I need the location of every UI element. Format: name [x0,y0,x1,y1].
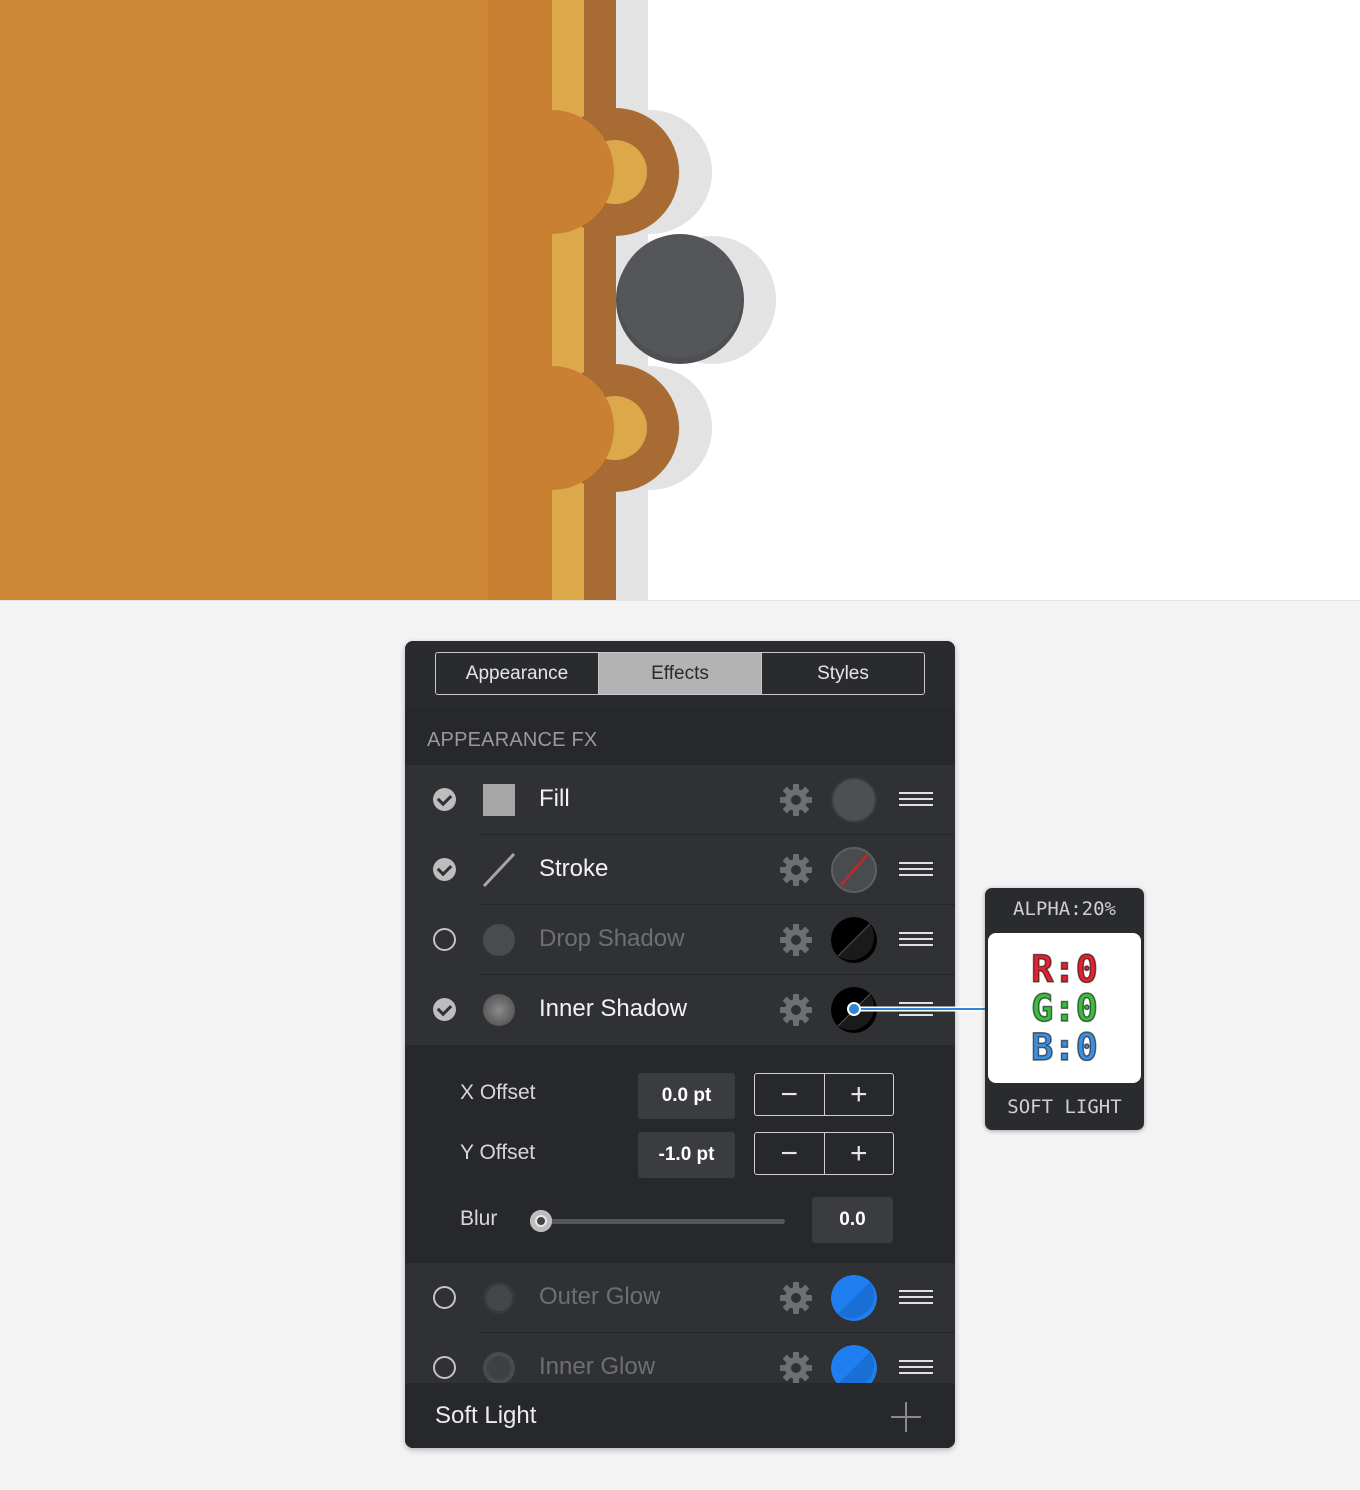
blue-value: B:0 [1030,1025,1098,1069]
gear-icon[interactable] [778,922,814,958]
effect-row-drop-shadow[interactable]: Drop Shadow [405,905,955,975]
drag-handle-icon[interactable] [899,1360,933,1376]
drop-shadow-color-swatch[interactable] [831,917,877,963]
add-effect-icon[interactable] [889,1400,923,1434]
effect-row-fill[interactable]: Fill [405,765,955,835]
y-offset-stepper: − + [754,1132,894,1175]
effect-label-outer-glow: Outer Glow [539,1283,661,1310]
alpha-readout: ALPHA:20% [1013,898,1116,920]
callout-anchor-dot [847,1002,861,1016]
section-title: APPEARANCE FX [427,729,598,751]
blur-value-field[interactable]: 0.0 [812,1197,893,1243]
x-offset-decrement-button[interactable]: − [755,1074,825,1115]
blur-slider-knob[interactable] [530,1210,552,1232]
effect-row-stroke[interactable]: Stroke [405,835,955,905]
gear-icon[interactable] [778,992,814,1028]
tab-appearance[interactable]: Appearance [436,653,599,694]
blur-slider-track[interactable] [541,1219,785,1224]
outer-glow-enabled-checkbox[interactable] [433,1286,456,1309]
callout-connector [853,1006,986,1012]
inner-glow-icon [483,1352,515,1384]
outer-glow-color-swatch[interactable] [831,1275,877,1321]
red-value: R:0 [1030,947,1098,991]
gear-icon[interactable] [778,852,814,888]
inner-shadow-enabled-checkbox[interactable] [433,998,456,1021]
effect-row-outer-glow[interactable]: Outer Glow [405,1263,955,1333]
rgb-card: R:0 G:0 B:0 [988,933,1141,1083]
color-callout: ALPHA:20% R:0 G:0 B:0 SOFT LIGHT [985,888,1144,1130]
x-offset-field[interactable]: 0.0 pt [638,1073,735,1119]
tab-effects[interactable]: Effects [599,653,762,694]
inner-shadow-settings: X Offset 0.0 pt − + Y Offset -1.0 pt − +… [405,1045,955,1263]
blend-mode-footer: Soft Light [405,1383,955,1448]
drag-handle-icon[interactable] [899,1290,933,1306]
green-value: G:0 [1030,986,1098,1030]
y-offset-field[interactable]: -1.0 pt [638,1132,735,1178]
drag-handle-icon[interactable] [899,792,933,808]
x-offset-stepper: − + [754,1073,894,1116]
drop-shadow-enabled-checkbox[interactable] [433,928,456,951]
notebook-illustration [0,0,776,600]
y-offset-label: Y Offset [460,1141,536,1164]
effect-label-drop-shadow: Drop Shadow [539,925,685,952]
effect-label-inner-glow: Inner Glow [539,1353,656,1380]
tab-styles[interactable]: Styles [762,653,924,694]
stroke-enabled-checkbox[interactable] [433,858,456,881]
tab-bar: Appearance Effects Styles [435,652,925,695]
drag-handle-icon[interactable] [899,932,933,948]
inner-glow-enabled-checkbox[interactable] [433,1356,456,1379]
artwork-canvas [0,0,1360,601]
x-offset-label: X Offset [460,1081,536,1104]
fill-enabled-checkbox[interactable] [433,788,456,811]
effect-label-inner-shadow: Inner Shadow [539,995,688,1022]
effect-label-stroke: Stroke [539,855,609,882]
gear-icon[interactable] [778,1350,814,1386]
stroke-line-icon [482,853,516,887]
y-offset-decrement-button[interactable]: − [755,1133,825,1174]
square-fill-icon [483,784,515,816]
y-offset-increment-button[interactable]: + [825,1133,894,1174]
inner-shadow-icon [483,994,515,1026]
outer-glow-icon [483,1282,515,1314]
fill-color-swatch[interactable] [831,777,877,823]
x-offset-increment-button[interactable]: + [825,1074,894,1115]
gear-icon[interactable] [778,782,814,818]
blur-label: Blur [460,1207,498,1230]
gear-icon[interactable] [778,1280,814,1316]
drop-shadow-icon [483,924,515,956]
appearance-panel: Appearance Effects Styles APPEARANCE FX … [405,641,955,1448]
stroke-none-swatch[interactable] [831,847,877,893]
blend-readout: SOFT LIGHT [1007,1096,1122,1118]
blend-mode-label[interactable]: Soft Light [435,1402,536,1430]
drag-handle-icon[interactable] [899,862,933,878]
effect-label-fill: Fill [539,785,570,812]
